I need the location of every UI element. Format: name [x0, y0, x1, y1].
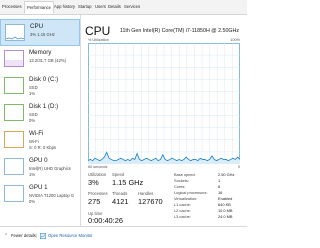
graph-title: % Utilization — [88, 38, 109, 42]
tab-bar: Processes Performance App history Startu… — [0, 0, 247, 15]
page-title: CPU — [85, 24, 111, 38]
memory-thumbnail-graph — [4, 50, 24, 67]
virtualization-label: Virtualization: — [174, 196, 198, 201]
handles-label: Handles — [138, 191, 154, 196]
memory-thumbnail-fill — [5, 60, 23, 66]
sidebar-item-title: Wi-Fi — [29, 130, 44, 137]
gpu-0-thumbnail-graph — [4, 158, 24, 175]
sockets-label: Sockets: — [174, 178, 189, 183]
virtualization-value: Enabled — [218, 196, 233, 201]
cores-value: 8 — [218, 184, 221, 189]
chevron-up-icon[interactable]: ⌃ — [4, 233, 8, 239]
sidebar-item-value: S: 0 R: 0 Kbps — [29, 145, 56, 150]
sidebar-item-memory[interactable]: Memory 13.2/31.7 GB (42%) — [0, 46, 80, 73]
processes-label: Processes — [88, 191, 108, 196]
separator: | — [36, 233, 38, 238]
tab-users[interactable]: Users — [95, 4, 106, 9]
cpu-utilization-graph — [88, 43, 240, 164]
sidebar-item-detail: 3% 1.15 GHz — [30, 32, 55, 37]
cpu-detail-panel: CPU 11th Gen Intel(R) Core(TM) i7-11850H… — [82, 15, 247, 226]
cpu-thumbnail-graph — [5, 24, 25, 41]
wifi-thumbnail-graph — [4, 131, 24, 148]
sidebar-item-title: Disk 0 (C:) — [29, 76, 59, 83]
graph-min-label: 0 — [237, 165, 240, 169]
base-speed-value: 2.50 GHz — [218, 172, 235, 177]
l2-cache-value: 10.0 MB — [218, 208, 233, 213]
resource-monitor-icon[interactable] — [40, 233, 46, 239]
tab-startup[interactable]: Startup — [78, 4, 92, 9]
status-footer: ⌃ Fewer details | Open Resource Monitor — [0, 226, 247, 248]
sidebar-item-title: CPU — [30, 23, 44, 30]
utilization-value: 3% — [88, 178, 99, 187]
logical-processors-value: 16 — [218, 190, 223, 195]
sidebar-item-gpu-0[interactable]: GPU 0 Intel(R) UHD Graphics 1% — [0, 154, 80, 181]
sidebar-item-wifi[interactable]: Wi-Fi Wi-Fi S: 0 R: 0 Kbps — [0, 127, 80, 154]
logical-processors-label: Logical processors: — [174, 190, 208, 195]
sockets-value: 1 — [218, 178, 221, 183]
l1-cache-value: 640 KB — [218, 202, 231, 207]
sidebar-item-detail: Intel(R) UHD Graphics — [29, 166, 71, 171]
tab-performance[interactable]: Performance — [24, 1, 54, 14]
l3-cache-value: 24.0 MB — [218, 214, 233, 219]
cores-label: Cores: — [174, 184, 186, 189]
sidebar-item-disk-0[interactable]: Disk 0 (C:) SSD 1% — [0, 73, 80, 100]
l1-cache-label: L1 cache: — [174, 202, 191, 207]
sidebar-item-detail: 13.2/31.7 GB (42%) — [29, 58, 67, 63]
cpu-model-name: 11th Gen Intel(R) Core(TM) i7-11850H @ 2… — [119, 28, 239, 34]
sidebar-item-title: GPU 0 — [29, 157, 48, 164]
threads-value: 4121 — [112, 197, 129, 206]
fewer-details-link[interactable]: Fewer details — [11, 233, 36, 238]
sidebar-item-value: 0% — [29, 118, 36, 123]
utilization-label: Utilization — [88, 172, 107, 177]
sidebar-item-gpu-1[interactable]: GPU 1 NVIDIA T1200 Laptop G 0% — [0, 181, 80, 208]
tab-app-history[interactable]: App history — [54, 4, 75, 9]
sidebar-item-detail: SSD — [29, 112, 38, 117]
sidebar-item-title: Memory — [29, 49, 52, 56]
sidebar-item-value: 1% — [29, 91, 36, 96]
disk-1-thumbnail-graph — [4, 104, 24, 121]
sidebar-item-title: GPU 1 — [29, 184, 48, 191]
sidebar-item-disk-1[interactable]: Disk 1 (D:) SSD 0% — [0, 100, 80, 127]
graph-time-label: 60 seconds — [88, 165, 108, 169]
disk-0-thumbnail-graph — [4, 77, 24, 94]
tab-processes[interactable]: Processes — [2, 4, 22, 9]
sidebar-item-detail: NVIDIA T1200 Laptop G — [29, 193, 75, 198]
graph-max-label: 100% — [230, 38, 240, 42]
uptime-value: 0:00:40:26 — [88, 216, 123, 225]
speed-value: 1.15 GHz — [112, 178, 144, 187]
sidebar-item-value: 1% — [29, 172, 36, 177]
gpu-1-thumbnail-graph — [4, 185, 24, 202]
sidebar-item-detail: Wi-Fi — [29, 139, 39, 144]
sidebar-item-value: 0% — [29, 199, 36, 204]
handles-value: 127670 — [138, 197, 163, 206]
sidebar-item-cpu[interactable]: CPU 3% 1.15 GHz — [0, 19, 80, 46]
l2-cache-label: L2 cache: — [174, 208, 191, 213]
resource-sidebar: CPU 3% 1.15 GHz Memory 13.2/31.7 GB (42%… — [0, 15, 81, 226]
speed-label: Speed — [112, 172, 125, 177]
sidebar-item-detail: SSD — [29, 85, 38, 90]
l3-cache-label: L3 cache: — [174, 214, 191, 219]
threads-label: Threads — [112, 191, 128, 196]
open-resource-monitor-link[interactable]: Open Resource Monitor — [48, 233, 92, 238]
tab-details[interactable]: Details — [108, 4, 121, 9]
processes-value: 275 — [88, 197, 101, 206]
tab-services[interactable]: Services — [124, 4, 140, 9]
base-speed-label: Base speed: — [174, 172, 196, 177]
sidebar-item-title: Disk 1 (D:) — [29, 103, 59, 110]
graph-grid — [88, 43, 240, 164]
